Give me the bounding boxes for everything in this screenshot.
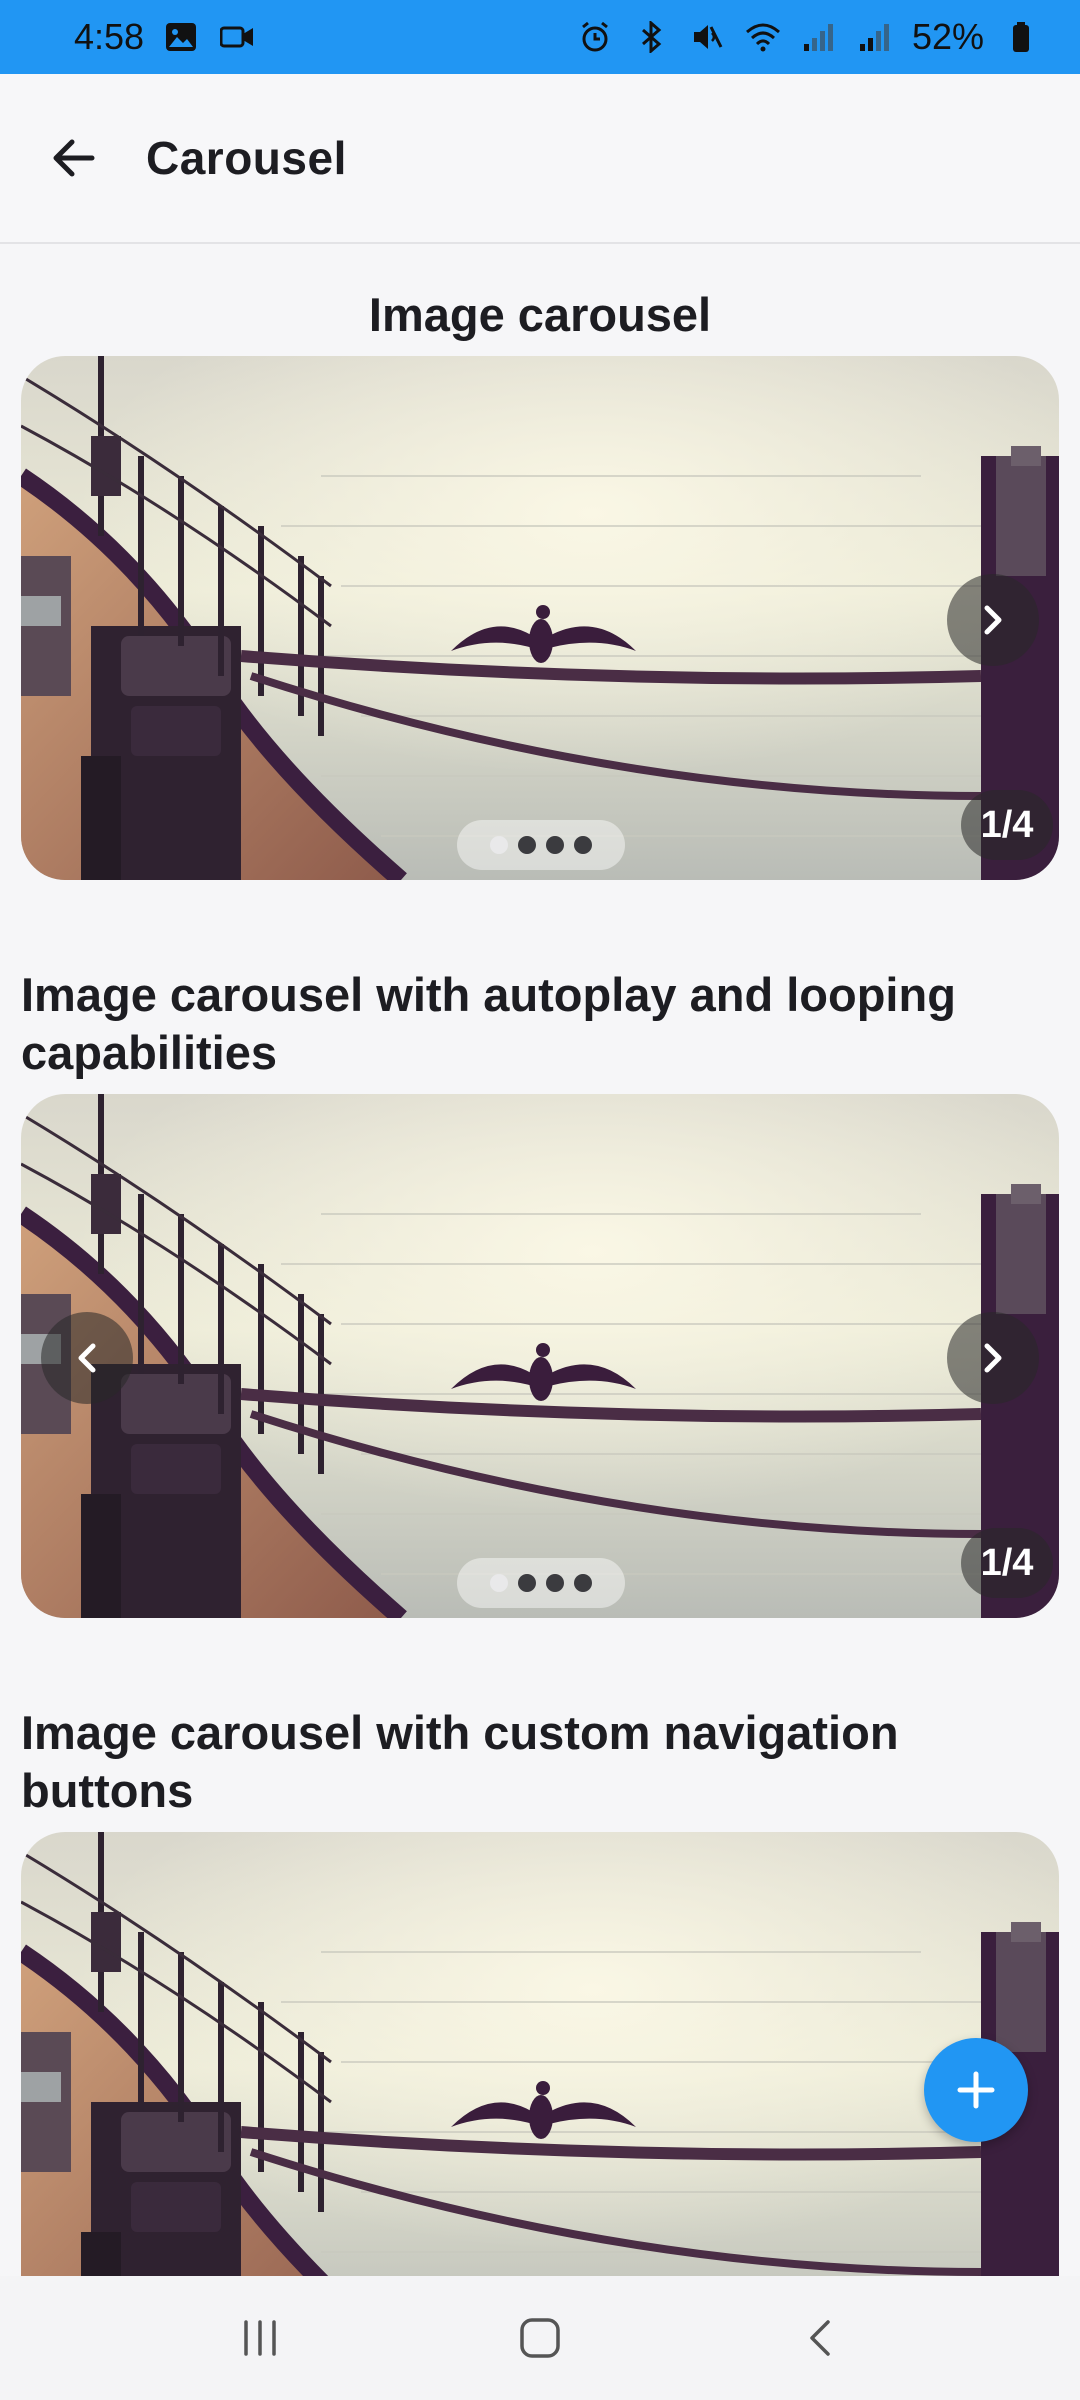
bluetooth-icon xyxy=(632,18,670,56)
image-carousel[interactable]: 1/4 xyxy=(21,356,1059,880)
plus-icon xyxy=(957,2071,995,2109)
recent-apps-button[interactable] xyxy=(215,2293,305,2383)
slide-dot[interactable] xyxy=(490,836,508,854)
chevron-left-icon xyxy=(78,1343,96,1373)
status-bar: 4:58 52% xyxy=(0,0,1080,74)
signal-icon-2 xyxy=(856,18,894,56)
section-title-image-carousel: Image carousel xyxy=(368,288,712,341)
section-title-autoplay: Image carousel with autoplay and looping… xyxy=(21,968,956,1079)
gallery-icon xyxy=(162,18,200,56)
home-button[interactable] xyxy=(495,2293,585,2383)
battery-icon xyxy=(1002,18,1040,56)
slide-indicator xyxy=(457,1558,625,1608)
wifi-icon xyxy=(744,18,782,56)
recent-apps-icon xyxy=(244,2320,276,2356)
add-fab-button[interactable] xyxy=(924,2038,1028,2142)
carousel-image xyxy=(21,1094,1059,1618)
carousel-image xyxy=(21,356,1059,880)
home-icon xyxy=(520,2318,560,2358)
back-button[interactable] xyxy=(26,110,122,206)
system-back-button[interactable] xyxy=(775,2293,865,2383)
slide-dot[interactable] xyxy=(490,1574,508,1592)
mute-icon xyxy=(688,18,726,56)
video-camera-icon xyxy=(218,18,256,56)
slide-dot[interactable] xyxy=(546,836,564,854)
chevron-right-icon xyxy=(984,1343,1002,1373)
section-title-custom-nav: Image carousel with custom navigation bu… xyxy=(21,1706,899,1817)
autoplay-carousel[interactable]: 1/4 xyxy=(21,1094,1059,1618)
alarm-icon xyxy=(576,18,614,56)
slide-dot[interactable] xyxy=(518,836,536,854)
status-time: 4:58 xyxy=(74,16,145,57)
signal-icon xyxy=(800,18,838,56)
carousel-image xyxy=(21,1832,1059,2276)
slide-dot[interactable] xyxy=(574,836,592,854)
slide-dot[interactable] xyxy=(574,1574,592,1592)
slide-indicator xyxy=(457,820,625,870)
custom-nav-carousel[interactable] xyxy=(21,1832,1059,2276)
page-title: Carousel xyxy=(146,132,347,184)
arrow-left-icon xyxy=(53,139,95,177)
app-bar: Carousel xyxy=(0,74,1080,244)
slide-counter: 1/4 xyxy=(961,1528,1053,1598)
next-slide-button[interactable] xyxy=(947,574,1039,666)
slide-counter: 1/4 xyxy=(961,790,1053,860)
prev-slide-button[interactable] xyxy=(41,1312,133,1404)
slide-dot[interactable] xyxy=(546,1574,564,1592)
battery-percent: 52% xyxy=(911,16,984,57)
carousel-list: Image carousel 1/4 Image carousel with a… xyxy=(0,246,1080,2276)
chevron-left-icon xyxy=(810,2320,830,2356)
next-slide-button[interactable] xyxy=(947,1312,1039,1404)
slide-dot[interactable] xyxy=(518,1574,536,1592)
chevron-right-icon xyxy=(984,605,1002,635)
system-nav-bar xyxy=(0,2276,1080,2400)
